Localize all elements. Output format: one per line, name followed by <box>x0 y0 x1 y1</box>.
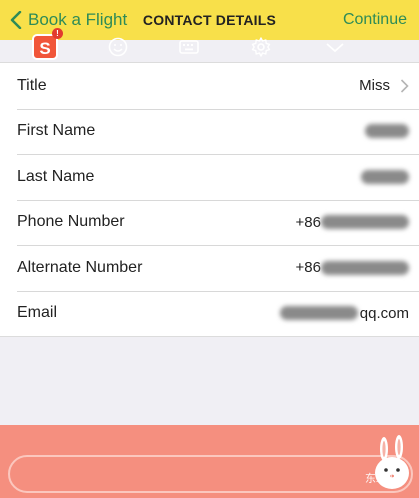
settings-icon[interactable] <box>248 34 274 60</box>
title-value-group: Miss <box>359 77 409 94</box>
keyboard-toolbar <box>0 425 419 498</box>
toolbar-pill <box>8 455 413 493</box>
notification-badge: ! <box>52 28 63 39</box>
contact-details-list: Title Miss First Name Last Name Phone Nu… <box>0 62 419 337</box>
continue-button[interactable]: Continue <box>343 0 407 40</box>
alternate-number-label: Alternate Number <box>17 258 143 276</box>
watermark-text: 东玩汇 <box>365 473 398 485</box>
redacted-blur <box>321 215 409 230</box>
alternate-number-value: +86 <box>296 259 409 276</box>
title-row[interactable]: Title Miss <box>0 63 419 109</box>
rabbit-mascot-icon <box>375 435 409 489</box>
first-name-row[interactable]: First Name <box>0 108 419 155</box>
redacted-blur <box>321 260 409 275</box>
title-label: Title <box>17 76 47 94</box>
email-value: qq.com <box>279 304 409 322</box>
phone-number-row[interactable]: Phone Number +86 <box>0 199 419 246</box>
last-name-value <box>361 169 409 184</box>
phone-prefix: +86 <box>295 213 321 231</box>
phone-number-value: +86 <box>296 214 409 231</box>
redacted-blur <box>361 169 409 184</box>
redacted-blur <box>279 306 358 321</box>
first-name-label: First Name <box>17 122 96 140</box>
chevron-right-icon <box>400 79 409 93</box>
last-name-row[interactable]: Last Name <box>0 154 419 200</box>
emoji-icon[interactable] <box>105 34 131 60</box>
email-label: Email <box>17 304 58 322</box>
redacted-blur <box>365 124 409 139</box>
last-name-label: Last Name <box>17 167 95 185</box>
collapse-icon[interactable] <box>322 34 348 60</box>
phone-number-label: Phone Number <box>17 213 125 231</box>
first-name-value <box>365 124 409 139</box>
email-row[interactable]: Email qq.com <box>0 290 419 337</box>
email-domain: qq.com <box>359 304 409 322</box>
keyboard-icon[interactable] <box>176 34 202 60</box>
alternate-prefix: +86 <box>295 259 321 277</box>
title-value: Miss <box>359 77 390 95</box>
alternate-number-row[interactable]: Alternate Number +86 <box>0 245 419 291</box>
